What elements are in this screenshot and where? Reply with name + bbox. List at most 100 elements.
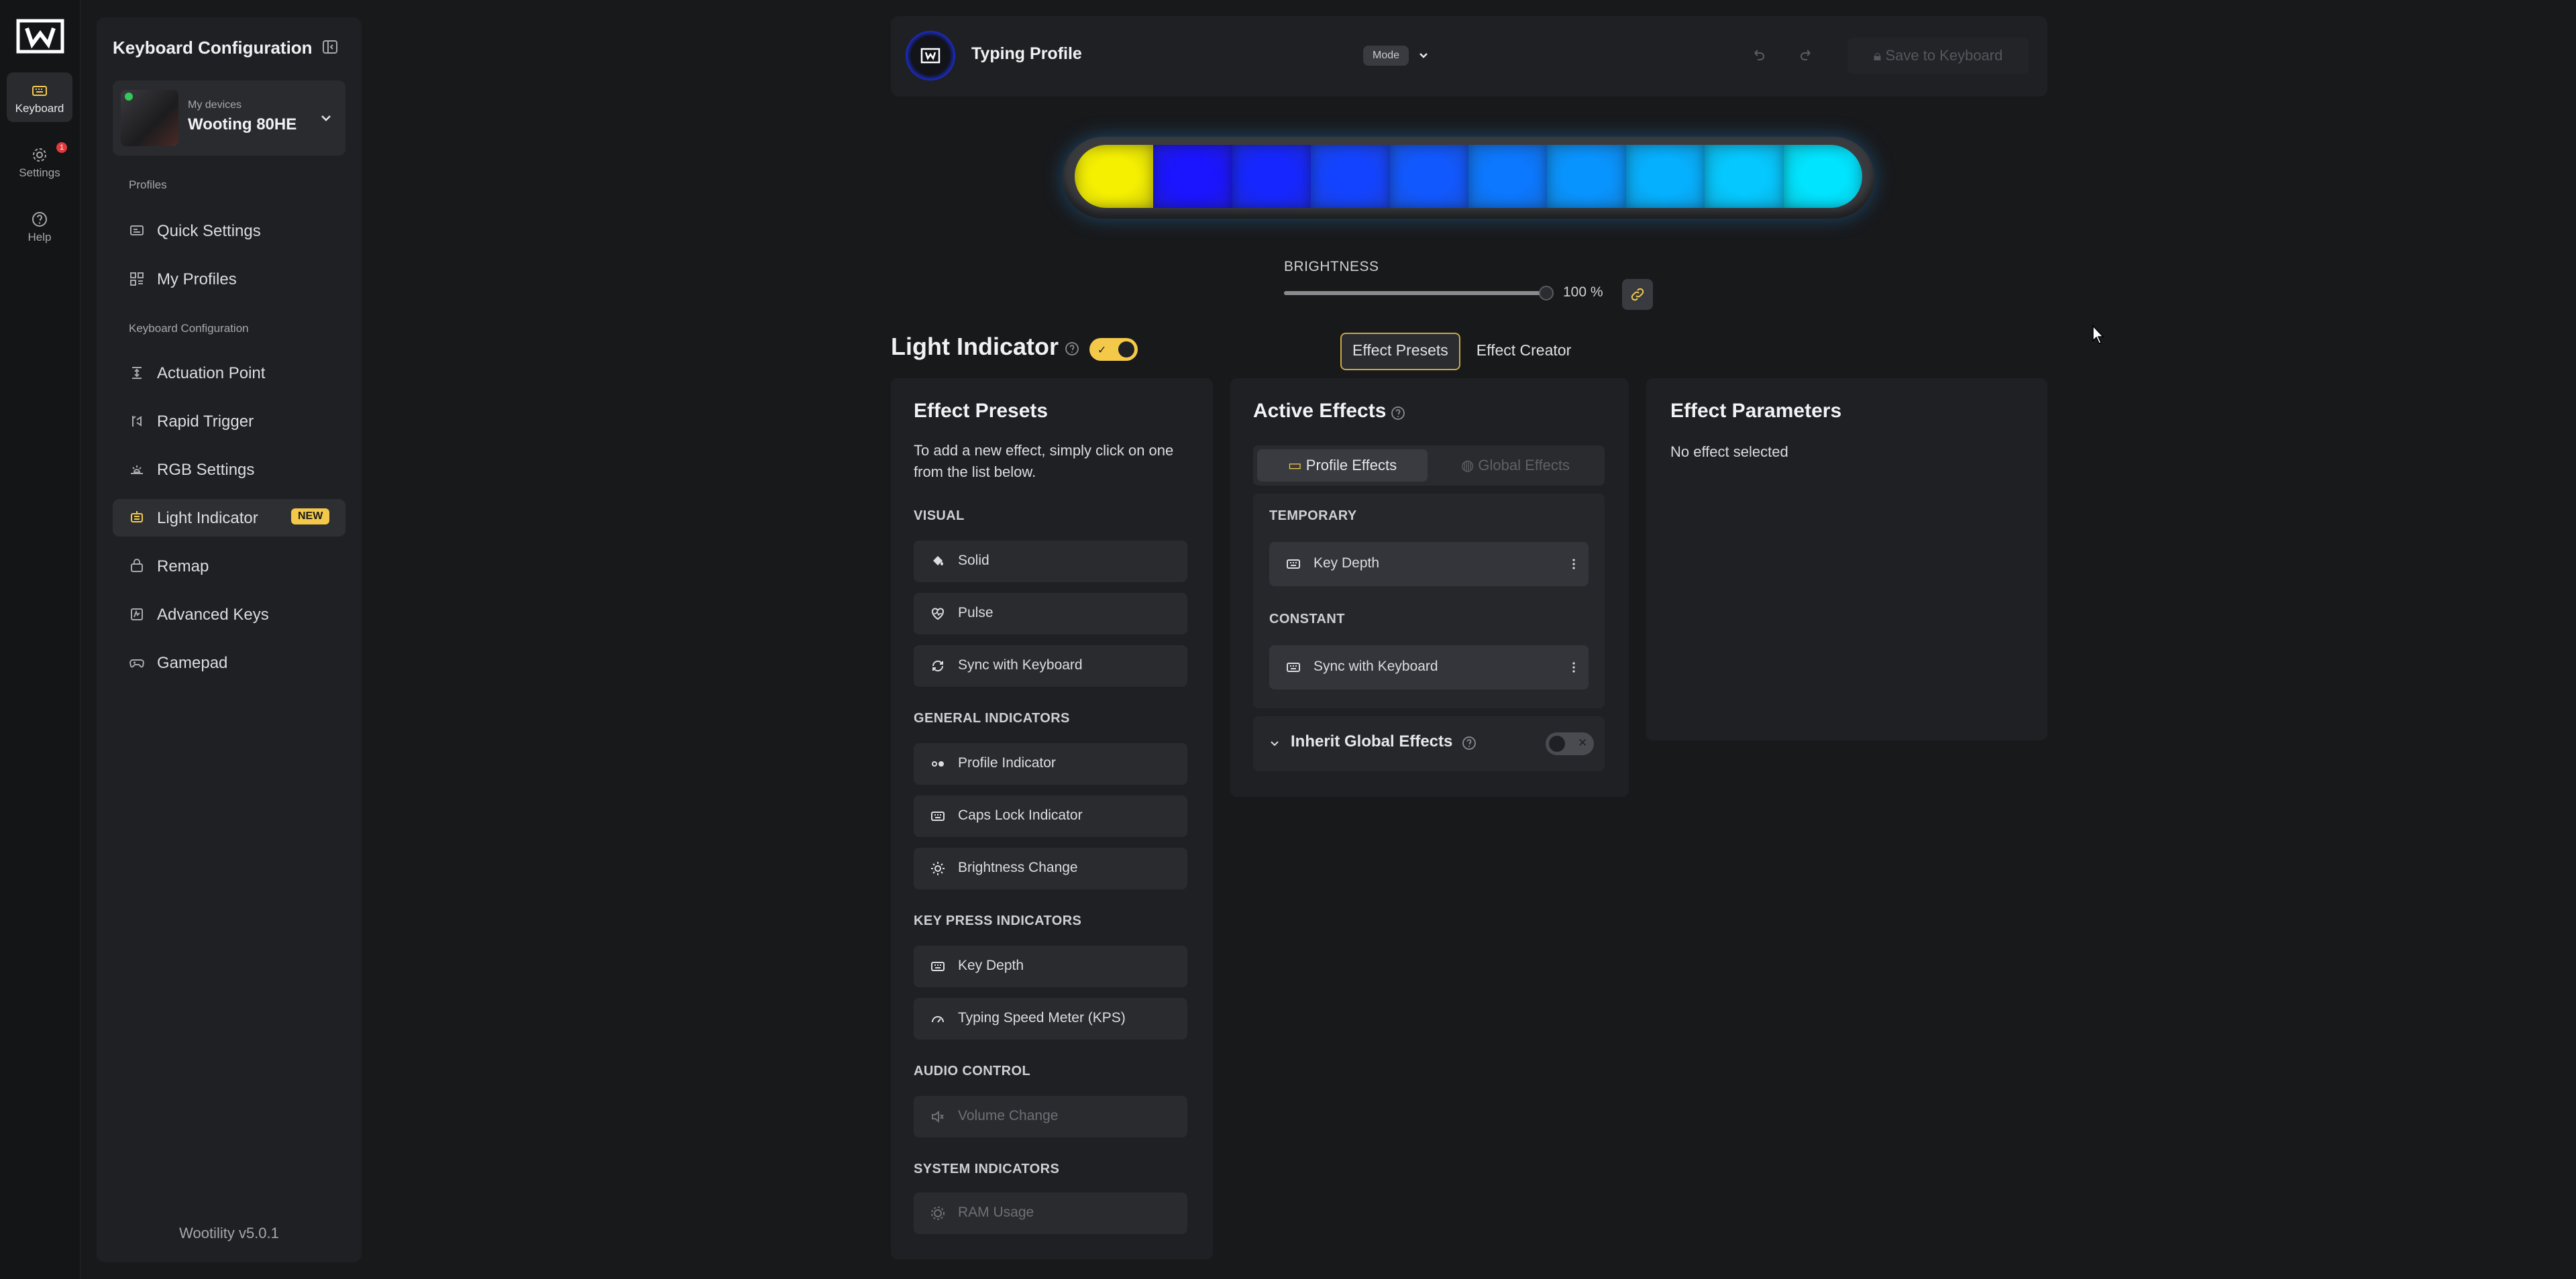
nav-label: Advanced Keys — [157, 606, 269, 624]
rail-settings-label: Settings — [19, 166, 60, 179]
toggle-knob — [1118, 341, 1134, 357]
app-version: Wootility v5.0.1 — [179, 1225, 279, 1241]
nav-light-indicator[interactable]: Light Indicator NEW — [113, 499, 345, 537]
mode-dropdown[interactable]: Mode — [1363, 46, 1409, 66]
help-icon[interactable] — [1390, 405, 1406, 421]
toggle-knob — [1549, 736, 1565, 752]
advanced-keys-icon — [129, 606, 145, 622]
preset-sync-with-keyboard[interactable]: Sync with Keyboard — [914, 645, 1187, 687]
check-icon: ✓ — [1097, 345, 1107, 356]
nav-label: Quick Settings — [157, 222, 261, 240]
nav-actuation-point[interactable]: Actuation Point — [113, 354, 345, 392]
gamepad-icon — [129, 655, 145, 671]
actuation-icon — [129, 365, 145, 381]
panel-title: Effect Parameters — [1670, 400, 1842, 422]
group-visual: VISUAL — [914, 508, 965, 523]
tab-label: Global Effects — [1478, 457, 1570, 474]
preset-key-depth[interactable]: Key Depth — [914, 946, 1187, 987]
tab-profile-effects[interactable]: ▭ Profile Effects — [1257, 449, 1428, 482]
nav-quick-settings[interactable]: Quick Settings — [113, 212, 345, 249]
profile-avatar[interactable] — [906, 31, 955, 80]
nav-my-profiles[interactable]: My Profiles — [113, 260, 345, 298]
led-segment — [1232, 145, 1311, 208]
device-selector[interactable]: My devices Wooting 80HE — [113, 80, 345, 156]
connected-status-dot — [125, 93, 133, 101]
preset-label: RAM Usage — [958, 1205, 1034, 1220]
nav-advanced-keys[interactable]: Advanced Keys — [113, 596, 345, 633]
group-audio-control: AUDIO CONTROL — [914, 1064, 1031, 1078]
link-icon — [1631, 288, 1644, 301]
group-general-indicators: GENERAL INDICATORS — [914, 711, 1070, 726]
keyboard-icon — [930, 958, 946, 975]
more-options-icon[interactable] — [1566, 659, 1582, 675]
preset-typing-speed-meter[interactable]: Typing Speed Meter (KPS) — [914, 998, 1187, 1040]
remap-icon — [129, 558, 145, 574]
active-effect-key-depth[interactable]: Key Depth — [1269, 542, 1589, 586]
rail-help-label: Help — [28, 231, 52, 243]
more-options-icon[interactable] — [1566, 556, 1582, 572]
preset-profile-indicator[interactable]: Profile Indicator — [914, 743, 1187, 785]
preset-label: Solid — [958, 553, 989, 568]
help-icon[interactable] — [1064, 341, 1080, 357]
tab-effect-presets[interactable]: Effect Presets — [1340, 333, 1460, 370]
led-segment — [1547, 145, 1626, 208]
nav-rgb-settings[interactable]: RGB Settings — [113, 451, 345, 488]
quick-settings-icon — [129, 223, 145, 239]
gauge-icon — [930, 1011, 946, 1027]
rapid-trigger-icon — [129, 413, 145, 429]
link-brightness-button[interactable] — [1622, 279, 1653, 310]
preset-brightness-change[interactable]: Brightness Change — [914, 848, 1187, 889]
panel-title: Effect Presets — [914, 400, 1049, 422]
keyboard-icon — [930, 808, 946, 824]
device-label: My devices — [188, 99, 242, 111]
volume-icon — [930, 1109, 946, 1125]
help-icon[interactable] — [1461, 735, 1477, 751]
chevron-down-icon — [318, 110, 334, 126]
effect-label: Sync with Keyboard — [1313, 659, 1438, 674]
rgb-icon — [129, 461, 145, 478]
led-segment — [1311, 145, 1390, 208]
nav-remap[interactable]: Remap — [113, 547, 345, 585]
chevron-down-icon[interactable] — [1268, 736, 1281, 750]
preset-label: Pulse — [958, 605, 994, 620]
active-effect-sync-with-keyboard[interactable]: Sync with Keyboard — [1269, 645, 1589, 689]
globe-icon: ◍ — [1461, 457, 1479, 474]
led-strip — [1075, 145, 1862, 208]
led-segment — [1468, 145, 1548, 208]
new-badge: NEW — [291, 508, 330, 524]
preset-label: Profile Indicator — [958, 755, 1056, 771]
nav-label: Remap — [157, 557, 209, 575]
undo-icon[interactable] — [1750, 47, 1767, 64]
led-segment — [1625, 145, 1705, 208]
save-to-keyboard-button[interactable]: 🔒︎ Save to Keyboard — [1847, 38, 2029, 74]
tab-global-effects[interactable]: ◍ Global Effects — [1430, 449, 1601, 482]
paint-bucket-icon — [930, 553, 946, 569]
brightness-slider-thumb[interactable] — [1539, 286, 1554, 300]
constant-label: CONSTANT — [1269, 612, 1345, 626]
inherit-global-toggle[interactable]: ✕ — [1546, 732, 1594, 755]
nav-label: RGB Settings — [157, 461, 255, 479]
collapse-sidebar-icon[interactable] — [321, 38, 339, 56]
nav-label: Rapid Trigger — [157, 412, 254, 431]
rail-keyboard[interactable]: Keyboard — [7, 72, 72, 122]
nav-rapid-trigger[interactable]: Rapid Trigger — [113, 402, 345, 440]
preset-caps-lock-indicator[interactable]: Caps Lock Indicator — [914, 795, 1187, 837]
profile-title: Typing Profile — [971, 44, 1082, 63]
tab-effect-creator[interactable]: Effect Creator — [1466, 333, 1582, 368]
effect-parameters-panel: Effect Parameters No effect selected — [1646, 378, 2047, 740]
nav-gamepad[interactable]: Gamepad — [113, 644, 345, 681]
preset-label: Key Depth — [958, 958, 1024, 973]
effects-scope-tabs: ▭ Profile Effects ◍ Global Effects — [1253, 445, 1605, 486]
nav-label: Light Indicator — [157, 509, 258, 527]
brightness-fill — [1284, 291, 1546, 295]
light-indicator-icon — [129, 510, 145, 526]
light-indicator-toggle[interactable]: ✓ — [1089, 338, 1138, 361]
redo-icon[interactable] — [1798, 47, 1815, 64]
preset-pulse[interactable]: Pulse — [914, 593, 1187, 634]
inherit-global-effects-row[interactable]: Inherit Global Effects ✕ — [1253, 716, 1605, 771]
preset-solid[interactable]: Solid — [914, 541, 1187, 582]
rail-help[interactable]: Help — [7, 201, 72, 251]
chevron-down-icon[interactable] — [1415, 47, 1432, 63]
sidebar: Keyboard Configuration My devices Wootin… — [97, 17, 362, 1262]
tab-label: Profile Effects — [1305, 457, 1397, 474]
